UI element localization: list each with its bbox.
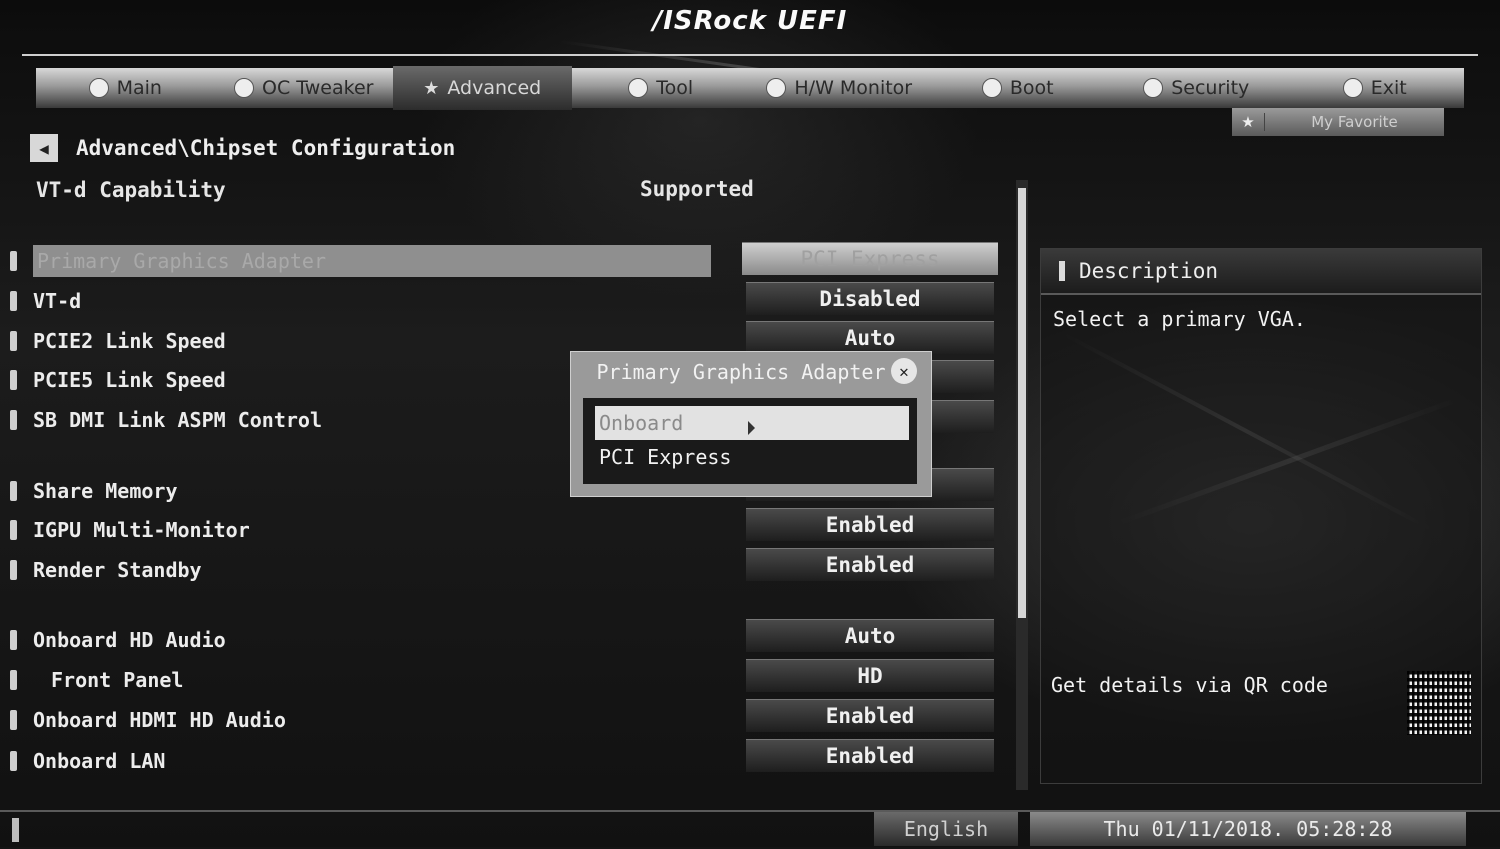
row-highlight: Primary Graphics Adapter [33, 245, 711, 277]
setting-label: Onboard LAN [33, 749, 166, 773]
value-onboard-lan[interactable]: Enabled [746, 739, 994, 772]
setting-label: Onboard HDMI HD Audio [33, 708, 286, 732]
qr-caption: Get details via QR code [1051, 673, 1328, 697]
tab-label: Security [1171, 77, 1250, 99]
tab-label: Tool [656, 77, 694, 99]
setting-label: Render Standby [33, 558, 202, 582]
row-marker [10, 670, 17, 690]
row-marker [10, 251, 17, 271]
favorite-label: My Favorite [1311, 113, 1398, 131]
app-logo: /ISRock UEFI [652, 6, 848, 36]
option-pci-express[interactable]: PCI Express [595, 440, 909, 474]
tab-bar: Main OC Tweaker ★ Advanced Tool H/W Monit… [36, 66, 1465, 110]
page-title: Advanced\Chipset Configuration [76, 136, 456, 160]
setting-igpu-multi-monitor[interactable]: IGPU Multi-Monitor [10, 513, 250, 547]
setting-label: VT-d [33, 289, 82, 313]
vtd-capability-label: VT-d Capability [36, 178, 226, 202]
description-title: Description [1079, 259, 1219, 283]
scrollbar-thumb[interactable] [1018, 188, 1026, 618]
tab-label: Advanced [447, 77, 542, 99]
my-favorite-button[interactable]: ★ My Favorite [1232, 108, 1444, 136]
monitor-icon [766, 78, 787, 98]
tab-label: Boot [1009, 77, 1054, 99]
setting-label: PCIE5 Link Speed [33, 368, 226, 392]
setting-label: Primary Graphics Adapter [37, 249, 326, 273]
vtd-capability-value: Supported [640, 177, 754, 201]
tab-exit[interactable]: Exit [1286, 68, 1465, 108]
setting-sb-dmi-link-aspm[interactable]: SB DMI Link ASPM Control [10, 403, 322, 437]
status-marker [12, 818, 19, 842]
setting-render-standby[interactable]: Render Standby [10, 553, 202, 587]
home-icon [88, 78, 109, 98]
row-marker [10, 710, 17, 730]
row-marker [10, 630, 17, 650]
header-marker [1059, 261, 1065, 281]
value-vt-d[interactable]: Disabled [746, 282, 994, 315]
value-front-panel[interactable]: HD [746, 659, 994, 692]
value-igpu-multi-monitor[interactable]: Enabled [746, 508, 994, 541]
value-primary-graphics-adapter[interactable]: PCI Express [742, 242, 998, 275]
tab-label: Main [116, 77, 162, 99]
tab-oc-tweaker[interactable]: OC Tweaker [215, 68, 394, 108]
setting-share-memory[interactable]: Share Memory [10, 474, 178, 508]
setting-onboard-lan[interactable]: Onboard LAN [10, 744, 165, 778]
tab-main[interactable]: Main [36, 68, 215, 108]
wrench-icon [628, 78, 649, 98]
setting-label: IGPU Multi-Monitor [33, 518, 250, 542]
setting-vt-d[interactable]: VT-d [10, 284, 81, 318]
row-marker [10, 291, 17, 311]
row-marker [10, 560, 17, 580]
favorite-star-icon: ★ [1232, 113, 1265, 131]
setting-label: SB DMI Link ASPM Control [33, 408, 322, 432]
row-marker [10, 370, 17, 390]
qr-code-icon [1407, 671, 1471, 735]
setting-label: Front Panel [51, 668, 184, 692]
setting-front-panel[interactable]: Front Panel [10, 663, 183, 697]
option-list: Onboard PCI Express [583, 398, 917, 484]
row-marker [10, 520, 17, 540]
description-panel: Description Select a primary VGA. Get de… [1040, 248, 1482, 784]
row-marker [10, 410, 17, 430]
tab-security[interactable]: Security [1107, 68, 1286, 108]
tab-tool[interactable]: Tool [572, 68, 751, 108]
setting-onboard-hdmi-hd-audio[interactable]: Onboard HDMI HD Audio [10, 703, 286, 737]
row-marker [10, 331, 17, 351]
gauge-icon [234, 78, 255, 98]
language-button[interactable]: English [874, 812, 1018, 846]
back-arrow-icon[interactable]: ◀ [30, 134, 58, 162]
star-icon: ★ [423, 77, 440, 99]
shield-icon [1143, 78, 1164, 98]
power-icon [981, 78, 1002, 98]
tab-label: Exit [1370, 77, 1407, 99]
setting-primary-graphics-adapter[interactable]: Primary Graphics Adapter [10, 244, 711, 278]
description-header: Description [1041, 249, 1481, 295]
tab-label: H/W Monitor [794, 77, 913, 99]
setting-label: PCIE2 Link Speed [33, 329, 226, 353]
setting-pcie2-link-speed[interactable]: PCIE2 Link Speed [10, 324, 226, 358]
value-onboard-hdmi-hd-audio[interactable]: Enabled [746, 699, 994, 732]
value-onboard-hd-audio[interactable]: Auto [746, 619, 994, 652]
tab-boot[interactable]: Boot [929, 68, 1108, 108]
datetime-display: Thu 01/11/2018. 05:28:28 [1030, 812, 1466, 846]
breadcrumb: ◀ Advanced\Chipset Configuration [30, 134, 455, 162]
row-marker [10, 481, 17, 501]
description-text: Select a primary VGA. [1053, 307, 1306, 331]
mouse-cursor-icon [748, 421, 755, 435]
value-pcie2-link-speed[interactable]: Auto [746, 321, 994, 354]
exit-icon [1342, 78, 1363, 98]
tab-hw-monitor[interactable]: H/W Monitor [750, 68, 929, 108]
tab-advanced[interactable]: ★ Advanced [393, 66, 572, 110]
setting-label: Share Memory [33, 479, 178, 503]
setting-label: Onboard HD Audio [33, 628, 226, 652]
tab-label: OC Tweaker [262, 77, 374, 99]
value-render-standby[interactable]: Enabled [746, 548, 994, 581]
setting-pcie5-link-speed[interactable]: PCIE5 Link Speed [10, 363, 226, 397]
row-marker [10, 751, 17, 771]
setting-onboard-hd-audio[interactable]: Onboard HD Audio [10, 623, 226, 657]
scrollbar[interactable] [1016, 180, 1028, 790]
popup-title: Primary Graphics Adapter [596, 360, 886, 384]
close-icon[interactable]: ✕ [891, 358, 917, 384]
